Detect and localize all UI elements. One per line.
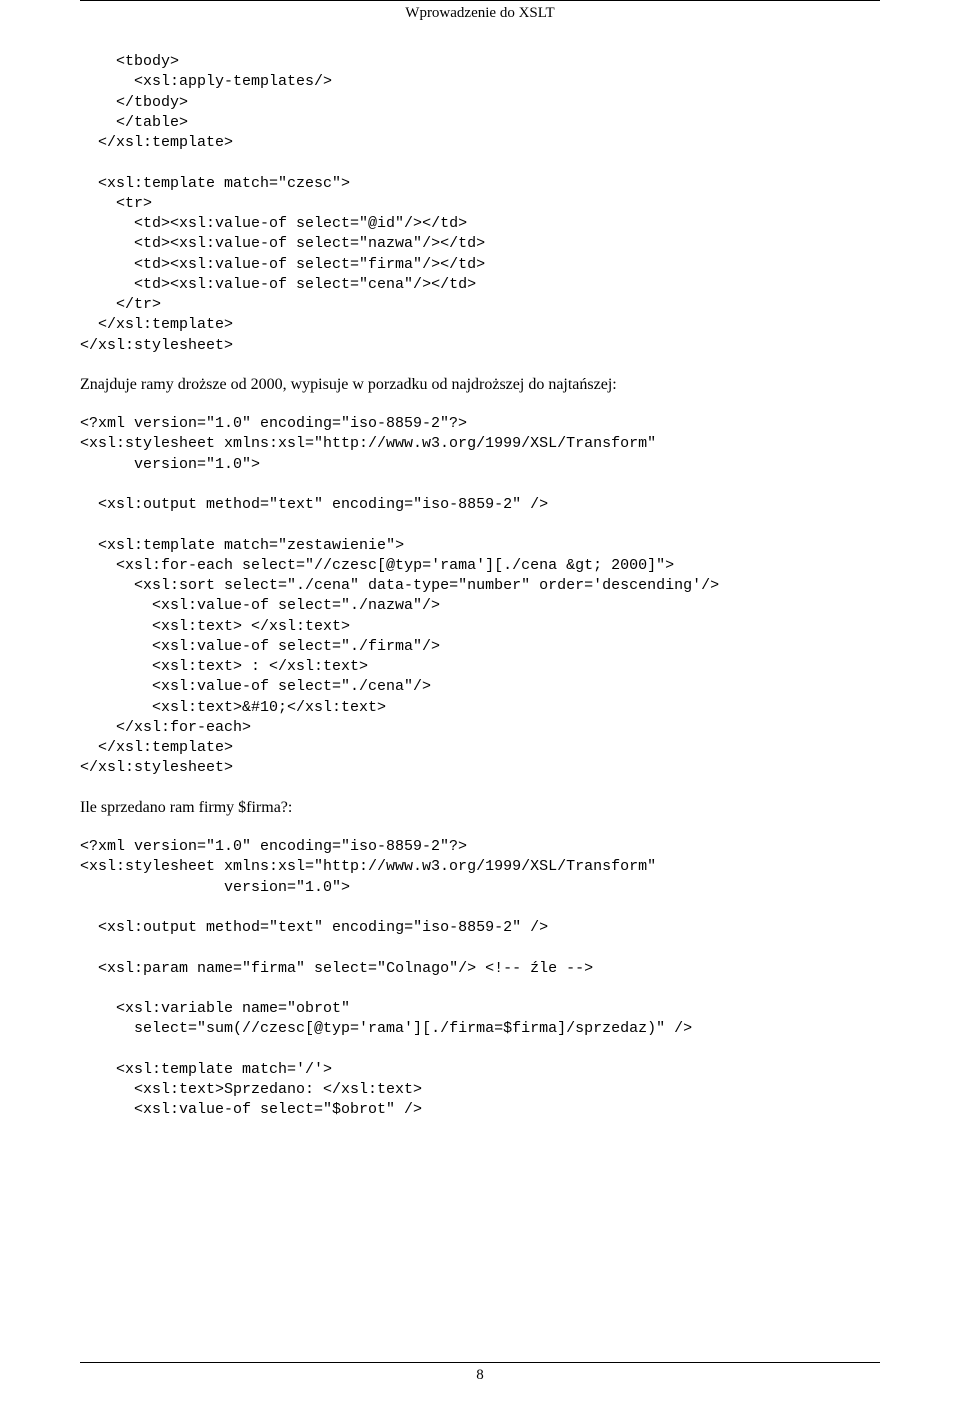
header: Wprowadzenie do XSLT [80,0,880,22]
prose-1: Znajduje ramy droższe od 2000, wypisuje … [80,374,880,396]
footer-rule [80,1362,880,1363]
page: Wprowadzenie do XSLT <tbody> <xsl:apply-… [0,0,960,1404]
code-block-2: <?xml version="1.0" encoding="iso-8859-2… [80,414,880,779]
page-number: 8 [476,1367,484,1383]
header-title: Wprowadzenie do XSLT [80,5,880,22]
footer: 8 [0,1362,960,1384]
header-rule [80,0,880,1]
code-block-3: <?xml version="1.0" encoding="iso-8859-2… [80,837,880,1121]
code-block-1: <tbody> <xsl:apply-templates/> </tbody> … [80,52,880,356]
prose-2: Ile sprzedano ram firmy $firma?: [80,797,880,819]
